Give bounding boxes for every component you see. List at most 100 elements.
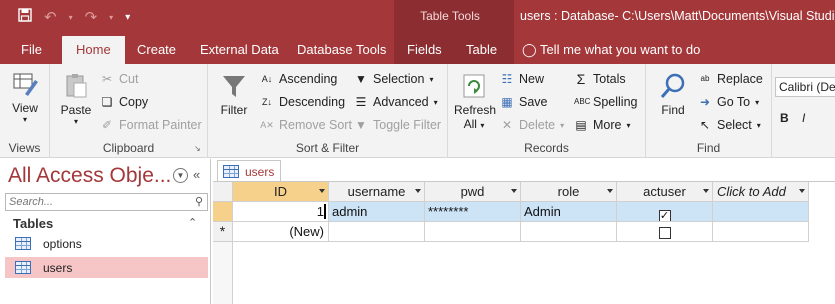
nav-search-box: ⚲ (5, 193, 208, 211)
tab-external-data[interactable]: External Data (200, 42, 279, 57)
quick-access-toolbar: ↶ ▾ ↷ ▾ ▾ (18, 7, 130, 27)
delete-dropdown-icon: ▾ (560, 120, 565, 130)
save-icon[interactable] (18, 8, 32, 26)
tab-table[interactable]: Table (466, 42, 497, 57)
copy-icon: ❏ (101, 95, 113, 109)
column-header-pwd[interactable]: pwd (425, 182, 521, 202)
spelling-button[interactable]: ABC Spelling (574, 95, 637, 109)
new-record-selector[interactable]: * (213, 222, 233, 242)
filter-button[interactable]: Filter (216, 72, 252, 117)
redo-dropdown-icon[interactable]: ▾ (109, 13, 113, 22)
column-header-actuser[interactable]: actuser (617, 182, 713, 202)
italic-button[interactable]: I (802, 111, 805, 125)
table-cell-actuser-new[interactable] (617, 222, 713, 242)
column-dropdown-icon[interactable] (703, 189, 709, 193)
spelling-icon: ABC (574, 97, 591, 106)
sort-descending-button[interactable]: Z↓ Descending (260, 95, 345, 109)
format-painter-button[interactable]: ✐ Format Painter (100, 118, 202, 132)
table-cell-empty-new[interactable] (713, 222, 809, 242)
toggle-filter-button[interactable]: ▼ Toggle Filter (354, 118, 441, 132)
copy-button[interactable]: ❏ Copy (100, 95, 149, 109)
table-cell-role-new[interactable] (521, 222, 617, 242)
save-record-icon: ▦ (501, 95, 513, 109)
goto-dropdown-icon: ▾ (755, 97, 760, 107)
tab-database-tools[interactable]: Database Tools (297, 42, 386, 57)
remove-sort-button[interactable]: A✕ Remove Sort (260, 118, 352, 132)
undo-dropdown-icon[interactable]: ▾ (69, 13, 73, 22)
table-cell-id[interactable]: 1 (233, 202, 329, 222)
column-dropdown-icon[interactable] (607, 189, 613, 193)
new-record-icon: ☷ (501, 72, 513, 86)
column-dropdown-icon[interactable] (799, 189, 805, 193)
replace-button[interactable]: ab Replace (698, 72, 763, 86)
replace-label: Replace (717, 72, 763, 86)
nav-item-options[interactable]: options (5, 233, 208, 254)
table-icon (15, 261, 31, 274)
table-cell-id-new[interactable]: (New) (233, 222, 329, 242)
view-label: View (12, 101, 38, 115)
column-header-role[interactable]: role (521, 182, 617, 202)
table-cell-username[interactable]: admin (329, 202, 425, 222)
undo-icon[interactable]: ↶ (44, 8, 57, 26)
goto-button[interactable]: ➜ Go To ▾ (698, 95, 759, 109)
select-all-corner[interactable] (213, 182, 233, 202)
nav-item-users[interactable]: users (5, 257, 208, 278)
checkbox-unchecked[interactable] (658, 227, 671, 239)
table-cell-empty[interactable] (713, 202, 809, 222)
column-header-click-to-add[interactable]: Click to Add (713, 182, 809, 202)
search-icon[interactable]: ⚲ (195, 195, 203, 208)
clipboard-dialog-launcher-icon[interactable]: ↘ (194, 144, 203, 153)
selection-dropdown-icon: ▾ (429, 74, 434, 84)
document-tab-users[interactable]: users (217, 160, 281, 182)
table-cell-actuser[interactable]: ✓ (617, 202, 713, 222)
nav-menu-dropdown-icon[interactable]: ▼ (173, 168, 188, 183)
refresh-icon (460, 72, 488, 100)
document-area: users ID username pwd role actuser Click… (213, 159, 835, 304)
collapse-pane-icon[interactable]: « (193, 167, 200, 182)
paste-icon (62, 72, 90, 100)
more-button[interactable]: ▤ More ▾ (574, 118, 630, 132)
view-button[interactable]: View ▾ (6, 70, 44, 124)
column-dropdown-icon[interactable] (415, 189, 421, 193)
column-header-id[interactable]: ID (233, 182, 329, 202)
spelling-label: Spelling (593, 95, 638, 109)
tab-fields[interactable]: Fields (407, 42, 442, 57)
tab-create[interactable]: Create (137, 42, 176, 57)
font-name-box[interactable]: Calibri (Detail) (775, 77, 835, 97)
redo-icon[interactable]: ↷ (85, 8, 98, 26)
view-dropdown-icon: ▾ (22, 115, 27, 124)
paste-button[interactable]: Paste ▾ (56, 72, 96, 126)
table-cell-pwd[interactable]: ******** (425, 202, 521, 222)
column-dropdown-icon[interactable] (511, 189, 517, 193)
find-button[interactable]: Find (654, 72, 692, 117)
table-cell-username-new[interactable] (329, 222, 425, 242)
advanced-button[interactable]: ☰ Advanced ▾ (354, 95, 438, 109)
customize-toolbar-icon[interactable]: ▾ (125, 12, 130, 23)
column-header-username[interactable]: username (329, 182, 425, 202)
new-record-button[interactable]: ☷ New (500, 72, 544, 86)
window-title: users : Database- C:\Users\Matt\Document… (520, 9, 835, 23)
section-collapse-icon[interactable]: ⌃ (188, 216, 197, 229)
cut-button[interactable]: ✂ Cut (100, 72, 138, 86)
tell-me-box[interactable]: ◯ Tell me what you want to do (522, 42, 700, 58)
selection-button[interactable]: ▼ Selection ▾ (354, 72, 433, 86)
bold-button[interactable]: B (780, 111, 789, 125)
table-cell-pwd-new[interactable] (425, 222, 521, 242)
column-dropdown-icon[interactable] (319, 189, 325, 193)
tab-home[interactable]: Home (62, 36, 125, 64)
nav-pane-title[interactable]: All Access Obje... (8, 164, 171, 188)
select-button[interactable]: ↖ Select ▾ (698, 118, 761, 132)
nav-section-tables[interactable]: Tables (13, 216, 53, 231)
save-record-button[interactable]: ▦ Save (500, 95, 547, 109)
delete-record-button[interactable]: ✕ Delete ▾ (500, 118, 564, 132)
group-find: Find ab Replace ➜ Go To ▾ ↖ Select ▾ Fin… (646, 64, 772, 158)
refresh-all-button[interactable]: Refresh All ▾ (454, 72, 496, 131)
table-cell-role[interactable]: Admin (521, 202, 617, 222)
record-selector[interactable] (213, 202, 233, 222)
checkbox-checked[interactable]: ✓ (658, 210, 671, 221)
nav-search-input[interactable] (6, 194, 186, 210)
table-icon (15, 237, 31, 250)
totals-button[interactable]: Σ Totals (574, 72, 626, 86)
sort-ascending-button[interactable]: A↓ Ascending (260, 72, 338, 86)
tab-file[interactable]: File (21, 42, 42, 57)
